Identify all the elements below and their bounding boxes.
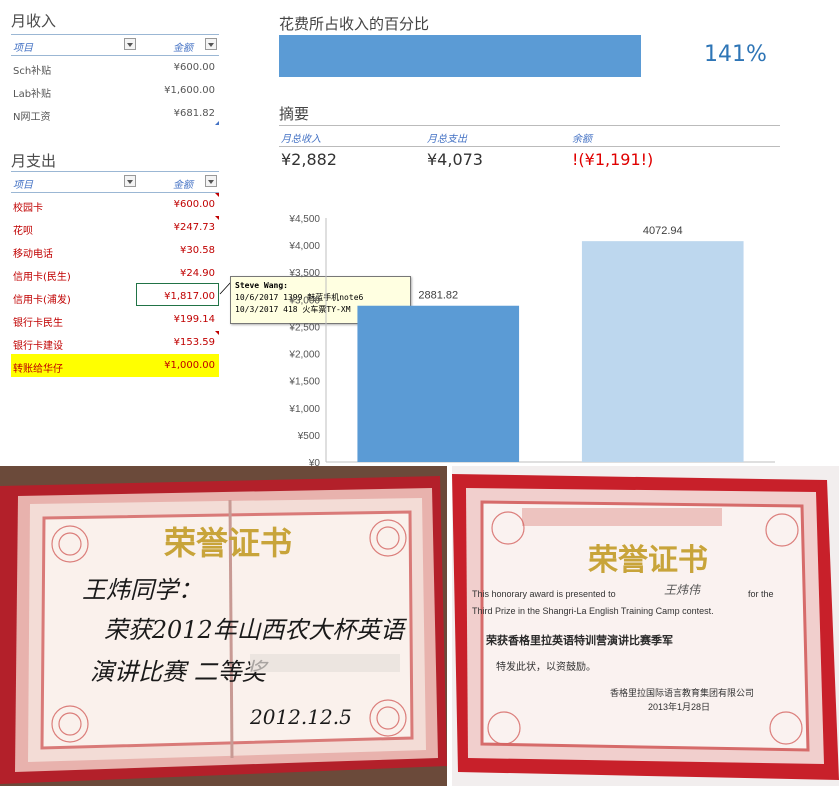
income-title: 月收入 (11, 12, 57, 30)
income-table-header: 项目 金额 (11, 34, 219, 56)
cert-right-line: This honorary award is presented to (472, 589, 616, 599)
income-item-filter-dropdown[interactable] (124, 38, 136, 50)
percent-value: 141% (704, 42, 767, 67)
row-item: 信用卡(浦发) (13, 295, 71, 306)
expense-col-item: 项目 (13, 180, 33, 191)
income-amount-filter-dropdown[interactable] (205, 38, 217, 50)
row-amount: ¥24.90 (180, 268, 215, 279)
expense-table: 项目 金额 校园卡 ¥600.00 花呗 ¥247.73 移动电话 ¥30.58… (11, 171, 219, 377)
y-tick-label: ¥1,500 (288, 377, 320, 388)
summary-expense-value: ¥4,073 (427, 150, 483, 169)
cert-right-line: 荣获香格里拉英语特训营演讲比赛季军 (485, 633, 673, 647)
row-item: 银行卡建设 (13, 341, 63, 352)
comment-indicator[interactable] (215, 331, 219, 335)
row-amount: ¥153.59 (173, 337, 215, 348)
row-item: 转账给华仔 (13, 364, 63, 375)
summary-balance-label: 余额 (572, 134, 592, 145)
row-item: 移动电话 (13, 249, 53, 260)
y-tick-label: ¥3,000 (288, 295, 320, 306)
row-amount: ¥681.82 (173, 108, 215, 119)
row-item: 花呗 (13, 226, 33, 237)
table-row[interactable]: 银行卡建设 ¥153.59 (11, 331, 219, 354)
income-table: 项目 金额 Sch补贴 ¥600.00 Lab补贴 ¥1,600.00 N网工资… (11, 34, 219, 125)
certificate-photo-right: 荣誉证书 This honorary award is presented to… (452, 466, 839, 786)
table-resize-handle[interactable] (215, 121, 219, 125)
comment-indicator[interactable] (215, 193, 219, 197)
bar-value-label: 2881.82 (418, 290, 458, 302)
summary-title: 摘要 (279, 105, 310, 123)
table-row[interactable]: 移动电话 ¥30.58 (11, 239, 219, 262)
percent-title: 花费所占收入的百分比 (279, 15, 430, 33)
y-tick-label: ¥4,000 (288, 241, 320, 252)
row-item: 银行卡民生 (13, 318, 63, 329)
stamp-label (250, 654, 400, 672)
table-row[interactable]: 银行卡民生 ¥199.14 (11, 308, 219, 331)
cert-right-line: Third Prize in the Shangri-La English Tr… (472, 606, 714, 616)
row-amount: ¥1,600.00 (164, 85, 215, 96)
y-tick-label: ¥4,500 (288, 214, 320, 225)
expense-item-filter-dropdown[interactable] (124, 175, 136, 187)
row-amount: ¥30.58 (180, 245, 215, 256)
expense-table-header: 项目 金额 (11, 171, 219, 193)
table-row[interactable]: Sch补贴 ¥600.00 (11, 56, 219, 79)
y-tick-label: ¥0 (308, 458, 321, 466)
summary-income-value: ¥2,882 (281, 150, 337, 169)
summary-header: 月总收入 月总支出 余额 (279, 125, 780, 147)
cert-right-line: 特发此状，以资鼓励。 (496, 660, 596, 673)
cert-left-handwriting: 演讲比赛 二等奖 (90, 658, 270, 686)
cert-left-handwriting: 王炜同学： (82, 576, 202, 604)
row-item: Sch补贴 (13, 66, 52, 77)
row-amount: ¥199.14 (173, 314, 215, 325)
cert-left-date: 2012.12.5 (249, 705, 352, 729)
expense-title: 月支出 (11, 152, 57, 170)
summary-balance-value: !(¥1,191!) (572, 150, 654, 169)
cert-right-line: for the (748, 589, 774, 599)
comment-indicator[interactable] (215, 216, 219, 220)
certificate-photo-left: 荣誉证书 王炜同学： 荣获2012年山西农大杯英语 演讲比赛 二等奖 2012.… (0, 466, 447, 786)
chart-bar[interactable] (357, 305, 520, 462)
cert-right-heading: 荣誉证书 (588, 543, 708, 578)
y-tick-label: ¥2,000 (288, 350, 320, 361)
table-row[interactable]: 校园卡 ¥600.00 (11, 193, 219, 216)
table-row[interactable]: N网工资 ¥681.82 (11, 102, 219, 125)
cert-right-issuer: 香格里拉国际语言教育集团有限公司 (610, 687, 754, 698)
table-row[interactable]: 花呗 ¥247.73 (11, 216, 219, 239)
summary-income-label: 月总收入 (281, 134, 321, 145)
selected-cell[interactable] (136, 283, 219, 306)
summary-expense-label: 月总支出 (427, 134, 467, 145)
expense-amount-filter-dropdown[interactable] (205, 175, 217, 187)
bar-value-label: 4072.94 (643, 225, 683, 237)
expense-col-amount: 金额 (173, 180, 193, 191)
y-tick-label: ¥1,000 (288, 404, 320, 415)
row-amount: ¥600.00 (173, 62, 215, 73)
row-item: Lab补贴 (13, 89, 52, 100)
row-item: 信用卡(民生) (13, 272, 71, 283)
row-item: 校园卡 (13, 203, 43, 214)
row-amount: ¥1,000.00 (164, 360, 215, 371)
y-tick-label: ¥500 (297, 431, 321, 442)
cert-left-handwriting: 荣获2012年山西农大杯英语 (104, 616, 407, 644)
income-col-amount: 金额 (173, 43, 193, 54)
y-tick-label: ¥2,500 (288, 322, 320, 333)
row-amount: ¥247.73 (173, 222, 215, 233)
row-item: N网工资 (13, 112, 51, 123)
income-expense-chart: ¥0 ¥500 ¥1,000 ¥1,500 ¥2,000 ¥2,500 ¥3,000 ¥3,5… (288, 214, 775, 466)
table-row[interactable]: 转账给华仔 ¥1,000.00 (11, 354, 219, 377)
table-row[interactable]: Lab补贴 ¥1,600.00 (11, 79, 219, 102)
y-tick-label: ¥3,500 (288, 268, 320, 279)
percent-bar (279, 35, 641, 77)
row-amount: ¥600.00 (173, 199, 215, 210)
cert-right-date: 2013年1月28日 (648, 701, 710, 712)
table-row[interactable]: 信用卡(民生) ¥24.90 (11, 262, 219, 285)
cert-right-name: 王炜伟 (664, 583, 702, 597)
chart-bar[interactable] (581, 241, 744, 462)
income-col-item: 项目 (13, 43, 33, 54)
cert-left-heading: 荣誉证书 (164, 524, 292, 562)
